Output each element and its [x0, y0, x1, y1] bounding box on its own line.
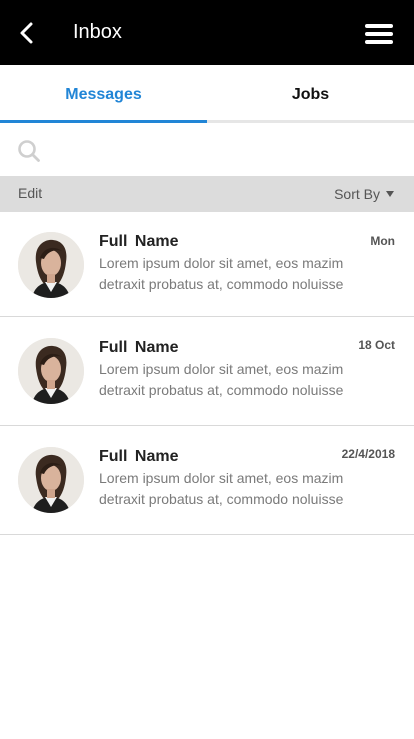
menu-button[interactable] [363, 22, 395, 46]
top-bar: Inbox [0, 0, 414, 65]
avatar-portrait-image [18, 447, 84, 513]
avatar [18, 447, 84, 513]
message-preview: Lorem ipsum dolor sit amet, eos mazim de… [99, 255, 344, 292]
tab-bar: Messages Jobs [0, 65, 414, 123]
message-sender-name: Full Name [99, 448, 179, 465]
message-date: 22/4/2018 [341, 447, 395, 461]
message-list: Full Name Mon Lorem ipsum dolor sit amet… [0, 212, 414, 535]
hamburger-menu-icon [365, 24, 393, 44]
back-button[interactable] [14, 20, 40, 46]
caret-down-icon [386, 191, 394, 198]
search-input[interactable] [52, 133, 402, 166]
message-date: Mon [370, 234, 395, 248]
page-title: Inbox [73, 21, 122, 43]
sort-by-dropdown[interactable]: Sort By [334, 186, 394, 202]
message-preview: Lorem ipsum dolor sit amet, eos mazim de… [99, 361, 344, 398]
chevron-left-icon [20, 22, 33, 44]
avatar-portrait-image [18, 338, 84, 404]
list-item[interactable]: Full Name Mon Lorem ipsum dolor sit amet… [0, 212, 414, 317]
list-item[interactable]: Full Name 18 Oct Lorem ipsum dolor sit a… [0, 317, 414, 426]
message-date: 18 Oct [358, 338, 395, 352]
avatar [18, 232, 84, 298]
message-sender-name: Full Name [99, 339, 179, 356]
search-icon [18, 140, 40, 162]
message-sender-name: Full Name [99, 233, 179, 250]
list-item[interactable]: Full Name 22/4/2018 Lorem ipsum dolor si… [0, 426, 414, 535]
message-preview: Lorem ipsum dolor sit amet, eos mazim de… [99, 470, 344, 507]
avatar [18, 338, 84, 404]
list-toolbar: Edit Sort By [0, 176, 414, 212]
avatar-portrait-image [18, 232, 84, 298]
tab-jobs[interactable]: Jobs [207, 65, 414, 123]
sort-by-label: Sort By [334, 186, 380, 202]
tab-messages[interactable]: Messages [0, 65, 207, 123]
edit-button[interactable]: Edit [18, 185, 42, 201]
search-bar [0, 123, 414, 176]
